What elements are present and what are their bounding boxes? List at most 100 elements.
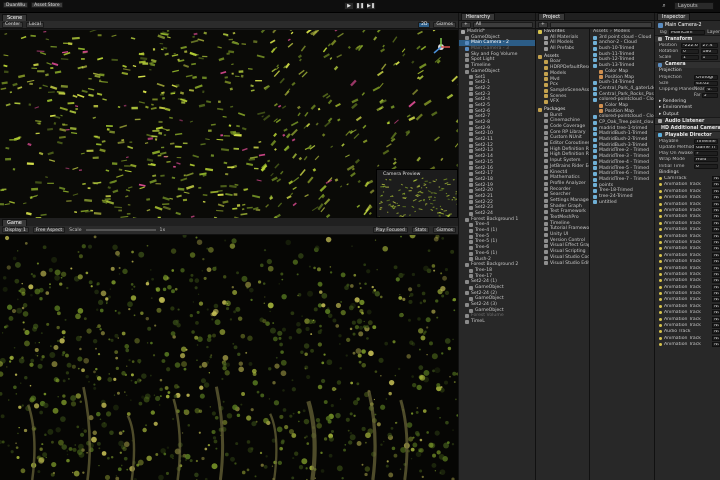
assets-folder-item[interactable]: VFX: [536, 99, 589, 105]
far-field[interactable]: 5: [701, 93, 718, 99]
component-header[interactable]: HD Additional Camera: [655, 124, 720, 132]
point-splat: [142, 90, 147, 94]
director-field-value[interactable]: ✓: [694, 151, 718, 157]
binding-track-field[interactable]: Non: [712, 335, 720, 341]
scale-slider[interactable]: [85, 229, 156, 231]
aspect-dropdown[interactable]: Free Aspect: [32, 227, 66, 233]
track-icon: [659, 343, 662, 347]
binding-track-field[interactable]: Non: [712, 303, 720, 309]
account-button[interactable]: DuanWu: [3, 2, 29, 8]
favorites-item[interactable]: All Prefabs: [536, 46, 589, 52]
pivot-center-button[interactable]: Center: [2, 21, 24, 28]
component-header[interactable]: Audio Listener: [655, 117, 720, 125]
scene-gizmos-button[interactable]: Gizmos: [433, 21, 456, 28]
orientation-gizmo-icon[interactable]: [430, 36, 452, 58]
layouts-dropdown[interactable]: Layouts: [674, 2, 714, 10]
point-splat: [138, 101, 145, 104]
director-field-value[interactable]: Game Ti: [694, 145, 718, 151]
camera-header[interactable]: Camera: [655, 60, 720, 68]
transform-header[interactable]: Transform: [655, 35, 720, 43]
go-icon: [469, 228, 473, 233]
scene-viewport[interactable]: Camera Preview: [0, 30, 458, 218]
binding-track-field[interactable]: Non: [712, 182, 720, 188]
binding-track-field[interactable]: Non: [712, 252, 720, 258]
play-button[interactable]: ▶: [344, 2, 354, 10]
binding-track-field[interactable]: Non: [712, 323, 720, 329]
near-field[interactable]: 0.: [705, 86, 718, 92]
foliage-point: [366, 309, 372, 315]
point-splat: [411, 60, 415, 64]
point-splat: [90, 209, 94, 212]
binding-track-field[interactable]: Non: [712, 201, 720, 207]
binding-track-field[interactable]: Non: [712, 278, 720, 284]
foliage-point: [75, 393, 82, 399]
transform-y-field[interactable]: 180: [700, 48, 718, 54]
director-field-value[interactable]: 0: [694, 163, 718, 169]
point-splat: [292, 153, 298, 159]
binding-track-field[interactable]: Non: [712, 342, 720, 348]
binding-track-field[interactable]: Non: [712, 316, 720, 322]
search-icon[interactable]: ⌕: [660, 2, 668, 10]
binding-track-field[interactable]: Non: [712, 259, 720, 265]
display-dropdown[interactable]: Display 1: [2, 227, 29, 233]
tab-scene[interactable]: Scene: [2, 13, 28, 21]
stats-button[interactable]: Stats: [411, 227, 430, 233]
mode-2d-button[interactable]: 2D: [418, 21, 431, 28]
transform-x-field[interactable]: -222.6: [681, 42, 699, 48]
size-field[interactable]: 43.02: [694, 80, 718, 86]
director-field-value[interactable]: Timeline: [694, 138, 718, 144]
binding-track-field[interactable]: Non: [712, 239, 720, 245]
binding-track-field[interactable]: Non: [712, 176, 720, 182]
binding-track-field[interactable]: Non: [712, 214, 720, 220]
projection-dropdown[interactable]: Orthogr: [694, 74, 718, 80]
foliage-point: [222, 400, 225, 403]
pause-button[interactable]: ❚❚: [355, 2, 365, 10]
binding-track-field[interactable]: Non: [712, 310, 720, 316]
foliage-point: [199, 385, 204, 390]
transform-y-field[interactable]: 27.4: [700, 42, 718, 48]
binding-track-field[interactable]: Non: [712, 208, 720, 214]
game-gizmos-button[interactable]: Gizmos: [433, 227, 456, 233]
package-item[interactable]: Visual Studio Edit: [536, 261, 589, 267]
tab-inspector[interactable]: Inspector: [657, 13, 691, 20]
tab-hierarchy[interactable]: Hierarchy: [461, 13, 496, 20]
binding-track-field[interactable]: Non: [712, 246, 720, 252]
foliage-point: [62, 394, 66, 398]
binding-track-field[interactable]: Non: [712, 220, 720, 226]
binding-track-field[interactable]: Non: [712, 271, 720, 277]
asset-store-button[interactable]: Asset Store: [31, 2, 63, 8]
point-splat: [398, 189, 401, 192]
playable-director-header[interactable]: Playable Director: [655, 131, 720, 139]
project-file-item[interactable]: untitled: [591, 200, 654, 206]
binding-track-field[interactable]: Non: [712, 329, 720, 335]
foliage-point: [292, 259, 299, 265]
step-button[interactable]: ▶❚: [366, 2, 376, 10]
binding-track-field[interactable]: Non: [712, 188, 720, 194]
foliage-point: [230, 456, 235, 462]
transform-x-field[interactable]: 1: [681, 55, 699, 61]
binding-track-field[interactable]: Non: [712, 284, 720, 290]
foliage-point: [259, 451, 263, 455]
tab-game[interactable]: Game: [2, 218, 27, 226]
pivot-local-button[interactable]: Local: [26, 21, 44, 28]
game-viewport[interactable]: [0, 235, 458, 480]
tab-project[interactable]: Project: [538, 13, 566, 20]
binding-track-field[interactable]: Non: [712, 291, 720, 297]
director-field-value[interactable]: Hold: [694, 157, 718, 163]
binding-track-field[interactable]: Non: [712, 195, 720, 201]
project-add-button[interactable]: +: [538, 21, 548, 28]
binding-track-field[interactable]: Non: [712, 233, 720, 239]
project-search-input[interactable]: [549, 21, 652, 28]
transform-y-field[interactable]: 1: [700, 55, 718, 61]
hierarchy-add-button[interactable]: +: [461, 21, 471, 28]
tag-dropdown[interactable]: MainCam: [669, 29, 706, 35]
hierarchy-item[interactable]: TimeL: [459, 319, 535, 325]
binding-track-field[interactable]: Non: [712, 265, 720, 271]
object-name[interactable]: Main Camera-2: [665, 23, 702, 28]
play-focused-dropdown[interactable]: Play Focused: [372, 227, 408, 233]
binding-track-field[interactable]: Non: [712, 297, 720, 303]
binding-track-field[interactable]: Non: [712, 227, 720, 233]
hierarchy-search-input[interactable]: All: [472, 21, 533, 28]
foliage-point: [172, 417, 175, 421]
transform-x-field[interactable]: 0: [681, 48, 699, 54]
